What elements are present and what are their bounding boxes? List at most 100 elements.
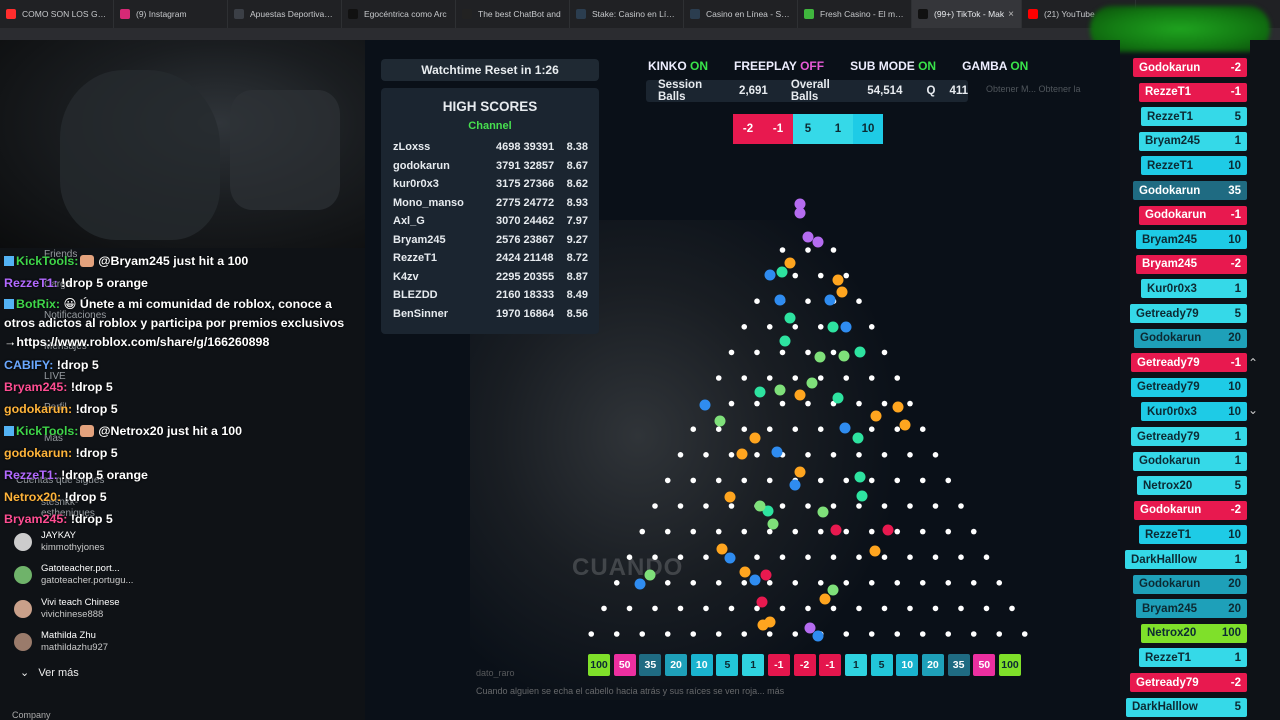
peg [881,503,888,509]
drop-result-item: Getready79 -2 [1130,673,1247,692]
peg [715,631,722,637]
chat-username[interactable]: godokarun: [4,446,72,460]
company-link[interactable]: Company [12,710,51,720]
close-icon[interactable]: × [1008,9,1014,20]
drop-result-name: Bryam245 [1145,135,1200,148]
drop-result-name: Kur0r0x3 [1147,282,1197,295]
peg [754,298,760,305]
multiplier-slot: 1 [742,654,765,676]
peg [817,580,824,586]
chat-username[interactable]: Netrox20: [4,490,61,504]
chat-message: Netrox20: !drop 5 [4,486,364,508]
browser-tab[interactable]: Apuestas Deportivas O [228,0,342,28]
address-bar[interactable] [0,28,1280,40]
browser-tab[interactable]: Stake: Casino en Línea [570,0,684,28]
tab-favicon-icon [6,9,16,19]
chat-username[interactable]: Bryam245: [4,380,67,394]
peg [741,426,748,433]
drop-result-item: RezzeT1 10 [1139,525,1247,545]
tab-favicon-icon [234,9,244,19]
chat-message: BotRix: 😀 Únete a mi comunidad de roblox… [4,295,364,352]
drop-result-item: Bryam245 20 [1136,599,1247,619]
chat-username[interactable]: BotRix: [16,297,60,311]
chat-username[interactable]: CABIFY: [4,358,53,372]
plinko-ball [794,389,806,401]
plinko-ball [839,422,851,434]
drop-result-name: DarkHalllow [1131,553,1197,566]
chat-username[interactable]: Bryam245: [4,512,67,526]
chat-text: !drop 5 [56,358,99,372]
plinko-ball [724,491,736,503]
peg [766,375,773,381]
peg [626,605,633,612]
plinko-board [588,198,1028,642]
peg [779,247,786,253]
peg [588,631,595,637]
plinko-ball [784,257,796,269]
peg [792,324,799,330]
tab-favicon-icon [462,9,472,19]
plinko-ball [812,630,824,642]
drop-result-item: Bryam245 -2 [1136,254,1247,274]
peg [728,349,735,356]
chat-message: godokarun: !drop 5 [4,398,364,420]
multiplier-slot: 20 [921,654,944,676]
drop-result-value: 1 [1234,651,1241,664]
following-item[interactable]: Mathilda Zhu mathildazhu927 [14,630,108,654]
drop-result-item: RezzeT1 5 [1141,107,1247,127]
peg [843,528,850,535]
drop-result-item: RezzeT1 1 [1139,648,1247,668]
peg [677,503,684,509]
browser-tab[interactable]: The best ChatBot and [456,0,570,28]
peg [907,554,913,560]
plinko-ball [802,231,814,243]
chat-username[interactable]: RezzeT1: [4,468,58,482]
drop-result-value: 5 [1234,701,1241,714]
plinko-ball [754,386,766,398]
following-item[interactable]: Vivi teach Chinese vivichinese888 [14,597,120,621]
chat-username[interactable]: KickTools: [16,424,78,438]
tab-title: Fresh Casino - El mejo [820,9,905,19]
chat-username[interactable]: godokarun: [4,402,72,416]
tab-favicon-icon [348,9,358,19]
drop-result-name: RezzeT1 [1145,528,1192,541]
peg [664,477,671,484]
plinko-ball [836,286,848,298]
peg [958,605,964,612]
peg [613,631,620,637]
chat-message: Bryam245: !drop 5 [4,376,364,398]
peg [932,554,939,560]
multiplier-slot: -1 [819,654,842,676]
peg [741,375,748,381]
following-item[interactable]: Gatoteacher.port... gatoteacher.portugu..… [14,563,133,587]
browser-tab[interactable]: Fresh Casino - El mejo [798,0,912,28]
emote-icon [80,255,95,267]
browser-tab[interactable]: Egocéntrica como Arc [342,0,456,28]
browser-tab[interactable]: (9) Instagram [114,0,228,28]
ver-mas-label: Ver más [38,667,79,679]
drop-result-value: -1 [1230,209,1241,222]
right-scroll-strip [1250,40,1280,720]
chat-message: KickTools: @Bryam245 just hit a 100 [4,250,364,272]
chat-username[interactable]: KickTools: [16,254,78,268]
browser-tab[interactable]: Casino en Línea - Slots [684,0,798,28]
peg [919,631,926,637]
following-item[interactable]: JAYKAY kimmothyjones [14,530,104,554]
peg [970,631,977,637]
peg [932,605,939,612]
webcam-shape [230,90,340,210]
drop-result-name: RezzeT1 [1147,159,1194,172]
plinko-ball [806,377,818,389]
peg [970,528,977,535]
drop-result-item: Getready79 1 [1131,427,1247,446]
chat-username[interactable]: RezzeT1: [4,276,58,290]
ver-mas-link[interactable]: ⌄ Ver más [20,666,79,679]
peg [958,554,964,560]
multiplier-slot: 10 [896,654,919,676]
peg [792,528,799,535]
multiplier-slot: 1 [844,654,867,676]
peg [805,247,811,253]
browser-tab[interactable]: COMO SON LOS GUA [0,0,114,28]
peg [741,528,748,535]
browser-tab[interactable]: (99+) TikTok - Mak × [912,0,1022,28]
